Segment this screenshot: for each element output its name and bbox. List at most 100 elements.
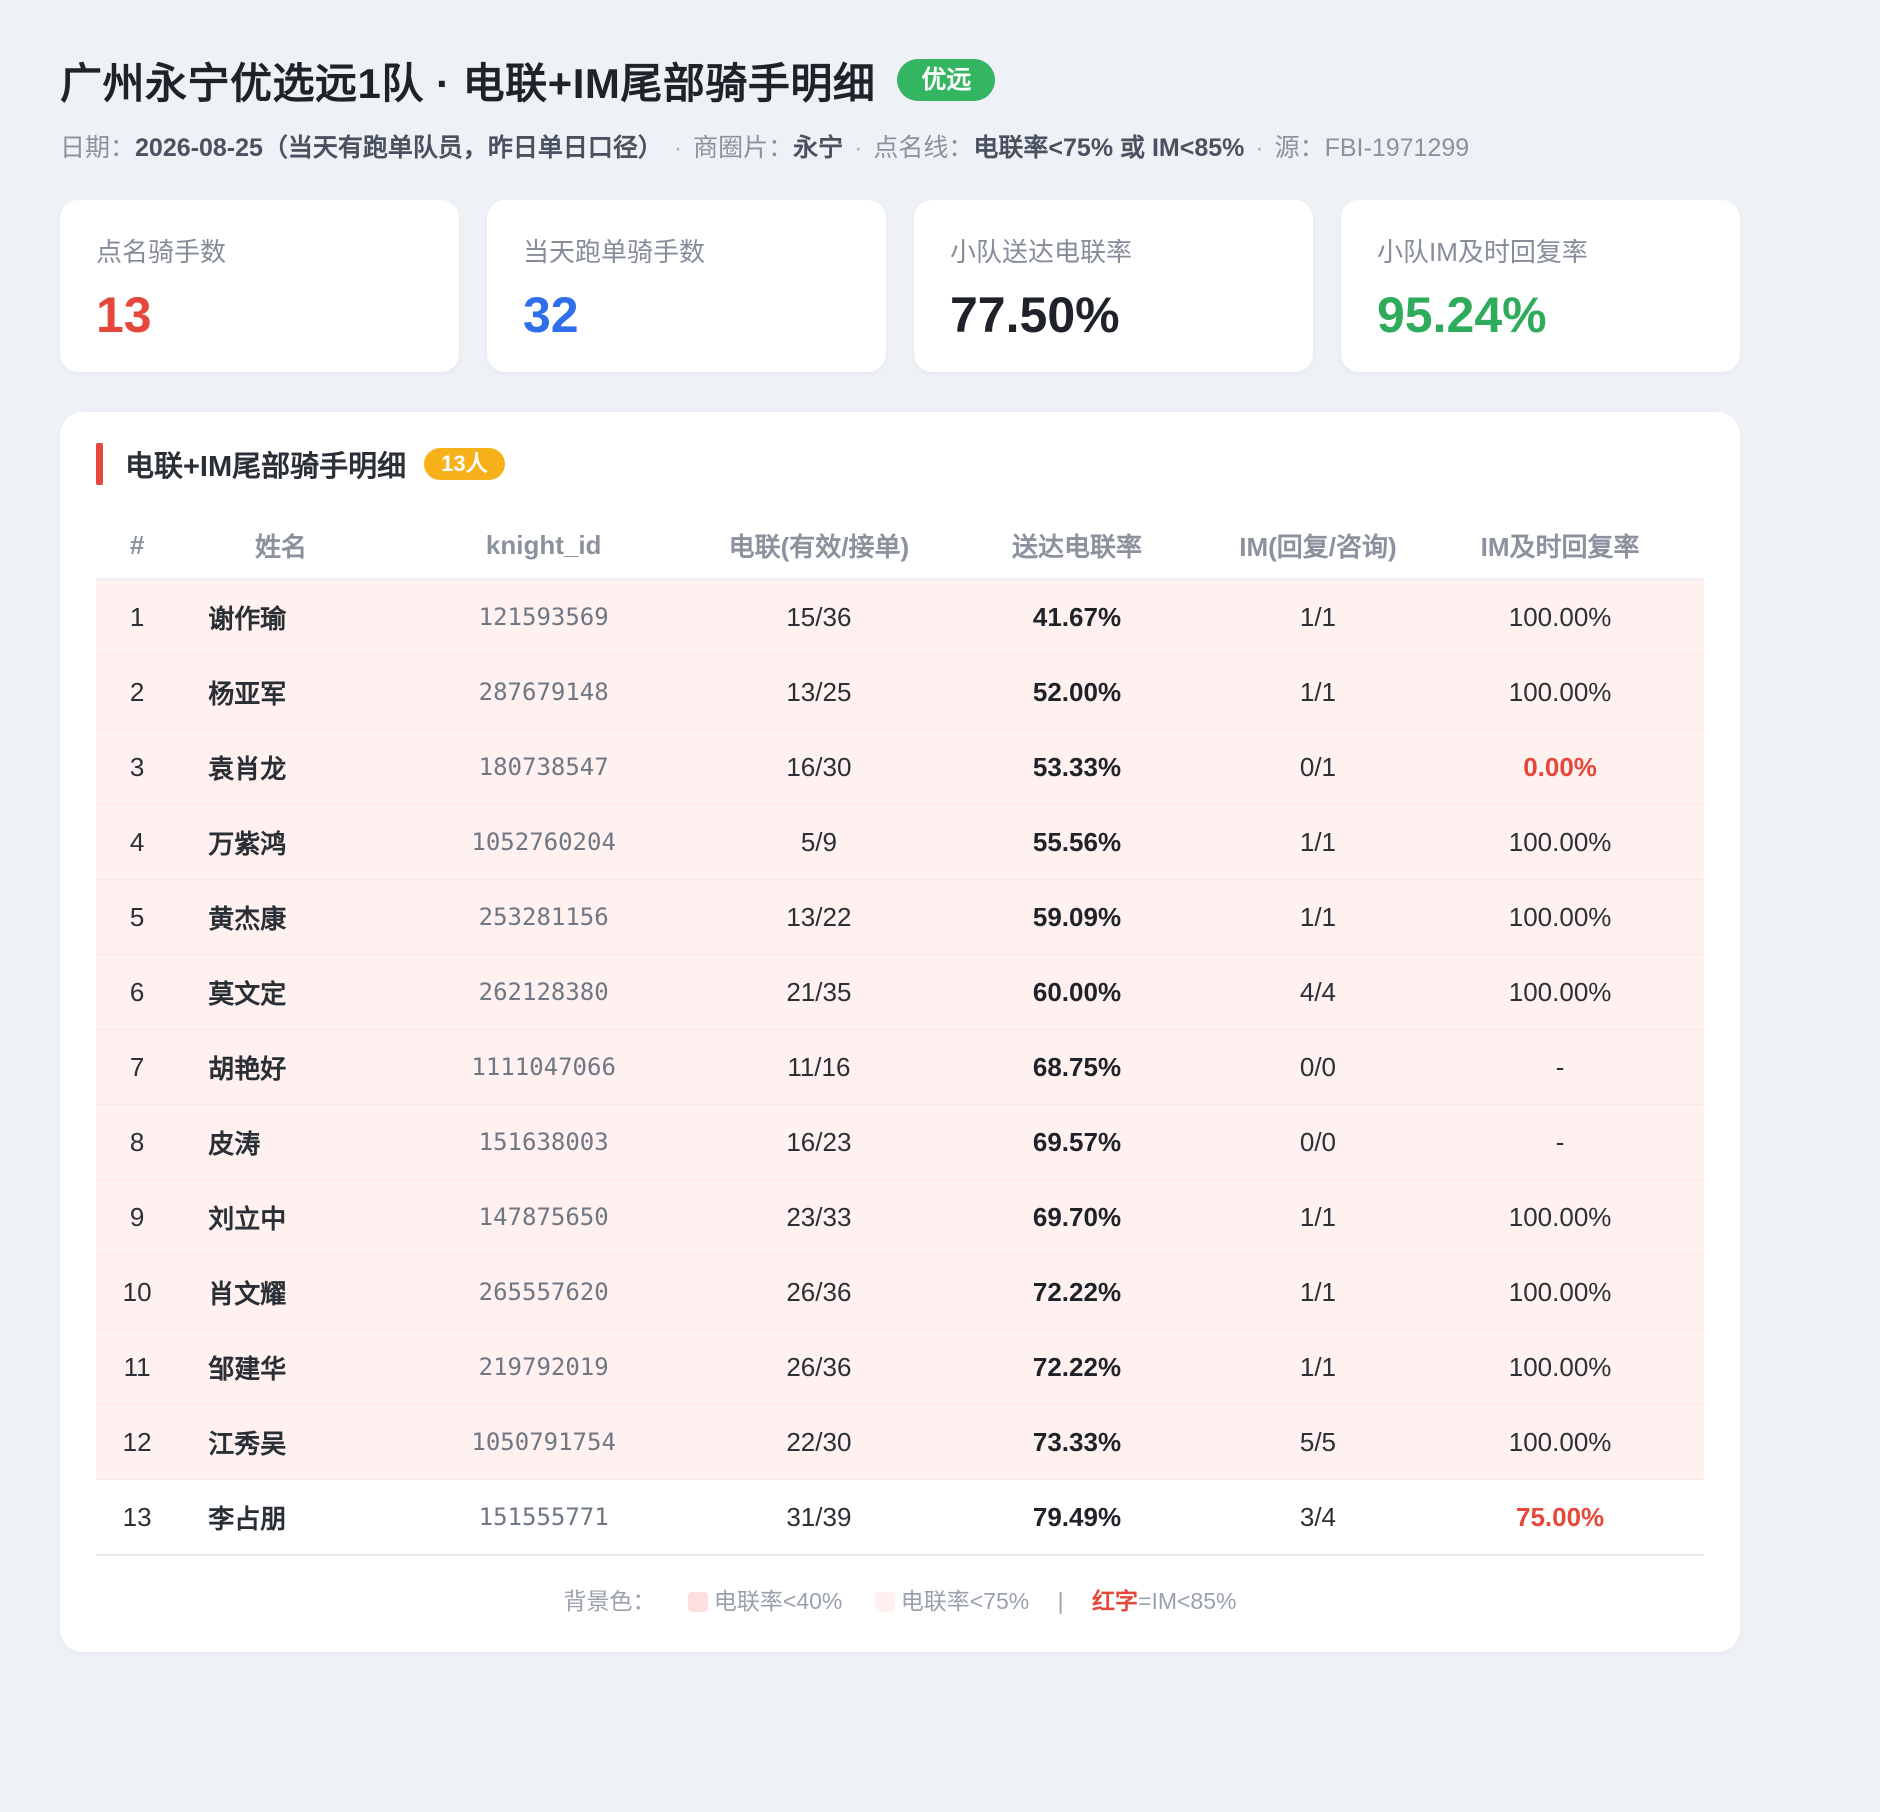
im-rate: 100.00%	[1416, 1179, 1704, 1255]
call-rate: 73.33%	[934, 1404, 1220, 1480]
row-index: 11	[96, 1329, 179, 1405]
call-rate: 41.67%	[934, 579, 1220, 655]
call-rate: 53.33%	[934, 729, 1220, 805]
knight-id: 253281156	[383, 879, 704, 955]
table-row: 10 肖文耀 265557620 26/36 72.22% 1/1 100.00%	[96, 1254, 1704, 1330]
im-count: 1/1	[1219, 879, 1417, 955]
rider-name: 李占朋	[178, 1479, 384, 1556]
knight-id: 287679148	[383, 654, 704, 730]
rider-name: 谢作瑜	[178, 579, 384, 655]
table-row: 7 胡艳好 1111047066 11/16 68.75% 0/0-	[96, 1029, 1704, 1105]
stat-card-active-riders: 当天跑单骑手数 32	[487, 200, 886, 372]
legend-swatch-warn	[874, 1592, 895, 1612]
stat-value: 32	[523, 287, 579, 343]
stat-cards: 点名骑手数 13 当天跑单骑手数 32 小队送达电联率 77.50% 小队IM及…	[60, 200, 1740, 372]
call-count: 26/36	[703, 1329, 935, 1405]
row-index: 6	[96, 954, 179, 1030]
table-row: 8 皮涛 151638003 16/23 69.57% 0/0-	[96, 1104, 1704, 1180]
im-count: 4/4	[1219, 954, 1417, 1030]
source-label: 源：	[1274, 134, 1325, 162]
call-count: 16/23	[703, 1104, 935, 1180]
im-count: 1/1	[1219, 804, 1417, 880]
panel-title: 电联+IM尾部骑手明细	[125, 451, 407, 483]
panel-accent-bar	[96, 443, 103, 485]
meta-separator: ·	[673, 134, 683, 162]
legend-swatch-severe	[687, 1592, 708, 1612]
call-count: 13/22	[703, 879, 935, 955]
knight-id: 219792019	[383, 1329, 704, 1405]
team-type-badge: 优远	[897, 59, 996, 101]
call-count: 26/36	[703, 1254, 935, 1330]
rider-name: 袁肖龙	[178, 729, 384, 805]
call-rate: 69.70%	[934, 1179, 1220, 1255]
title-row: 广州永宁优选远1队 · 电联+IM尾部骑手明细 优远	[60, 52, 1820, 108]
row-index: 10	[96, 1254, 179, 1330]
legend-label: 背景色：	[563, 1588, 656, 1614]
call-rate: 69.57%	[934, 1104, 1220, 1180]
rider-name: 杨亚军	[178, 654, 384, 730]
table-row: 3 袁肖龙 180738547 16/30 53.33% 0/1 0.00%	[96, 729, 1704, 805]
legend-red-rule: =IM<85%	[1138, 1588, 1237, 1614]
knight-id: 151555771	[383, 1479, 704, 1556]
call-count: 11/16	[703, 1029, 935, 1105]
call-count: 31/39	[703, 1479, 935, 1556]
area-value: 永宁	[793, 134, 844, 162]
legend-divider: |	[1057, 1588, 1064, 1614]
im-count: 1/1	[1219, 1179, 1417, 1255]
rider-count-badge: 13人	[424, 448, 505, 480]
date-label: 日期：	[60, 134, 136, 162]
column-header-index: #	[96, 512, 179, 580]
legend-item-warn: 电联率<75%	[900, 1588, 1030, 1614]
table-row: 1 谢作瑜 121593569 15/36 41.67% 1/1 100.00%	[96, 579, 1704, 655]
stat-label: 点名骑手数	[96, 237, 227, 267]
im-count: 0/1	[1219, 729, 1417, 805]
threshold-label: 点名线：	[873, 134, 974, 162]
row-index: 3	[96, 729, 179, 805]
im-count: 3/4	[1219, 1479, 1417, 1556]
area-label: 商圈片：	[693, 134, 794, 162]
table-row: 6 莫文定 262128380 21/35 60.00% 4/4 100.00%	[96, 954, 1704, 1030]
call-count: 16/30	[703, 729, 935, 805]
table-row: 13 李占朋 151555771 31/39 79.49% 3/4 75.00%	[96, 1479, 1704, 1556]
stat-value: 77.50%	[950, 287, 1120, 343]
threshold-value: 电联率<75% 或 IM<85%	[973, 134, 1245, 162]
row-index: 13	[96, 1479, 179, 1556]
im-rate: 100.00%	[1416, 1404, 1704, 1480]
row-index: 9	[96, 1179, 179, 1255]
row-index: 7	[96, 1029, 179, 1105]
table-row: 4 万紫鸿 1052760204 5/9 55.56% 1/1 100.00%	[96, 804, 1704, 880]
call-count: 5/9	[703, 804, 935, 880]
im-count: 1/1	[1219, 1329, 1417, 1405]
im-rate: 100.00%	[1416, 1329, 1704, 1405]
im-rate: 0.00%	[1416, 729, 1704, 805]
call-rate: 60.00%	[934, 954, 1220, 1030]
column-header-im: IM(回复/咨询)	[1219, 512, 1417, 580]
call-rate: 72.22%	[934, 1329, 1220, 1405]
legend-item-severe: 电联率<40%	[713, 1588, 843, 1614]
call-rate: 79.49%	[934, 1479, 1220, 1556]
im-rate: 100.00%	[1416, 579, 1704, 655]
table-body: 1 谢作瑜 121593569 15/36 41.67% 1/1 100.00% 2 杨亚军 28…	[96, 579, 1704, 1556]
im-count: 0/0	[1219, 1104, 1417, 1180]
im-count: 1/1	[1219, 579, 1417, 655]
column-header-call: 电联(有效/接单)	[703, 512, 935, 580]
table-header-row: # 姓名 knight_id 电联(有效/接单) 送达电联率 IM(回复/咨询)…	[96, 512, 1704, 580]
panel-header: 电联+IM尾部骑手明细 13人	[96, 442, 1704, 486]
row-index: 12	[96, 1404, 179, 1480]
source-value: FBI-1971299	[1324, 134, 1470, 162]
stat-label: 当天跑单骑手数	[523, 237, 706, 267]
rider-table: # 姓名 knight_id 电联(有效/接单) 送达电联率 IM(回复/咨询)…	[96, 512, 1704, 1556]
table-row: 12 江秀吴 1050791754 22/30 73.33% 5/5 100.00%	[96, 1404, 1704, 1480]
stat-label: 小队送达电联率	[950, 237, 1133, 267]
knight-id: 180738547	[383, 729, 704, 805]
row-index: 1	[96, 579, 179, 655]
stat-value: 13	[96, 287, 152, 343]
knight-id: 262128380	[383, 954, 704, 1030]
table-row: 5 黄杰康 253281156 13/22 59.09% 1/1 100.00%	[96, 879, 1704, 955]
knight-id: 1050791754	[383, 1404, 704, 1480]
meta-separator: ·	[1255, 134, 1264, 162]
report-meta: 日期：2026-08-25（当天有跑单队员，昨日单日口径） · 商圈片：永宁 ·…	[60, 128, 1820, 164]
stat-card-called-riders: 点名骑手数 13	[60, 200, 459, 372]
rider-name: 黄杰康	[178, 879, 384, 955]
row-index: 5	[96, 879, 179, 955]
